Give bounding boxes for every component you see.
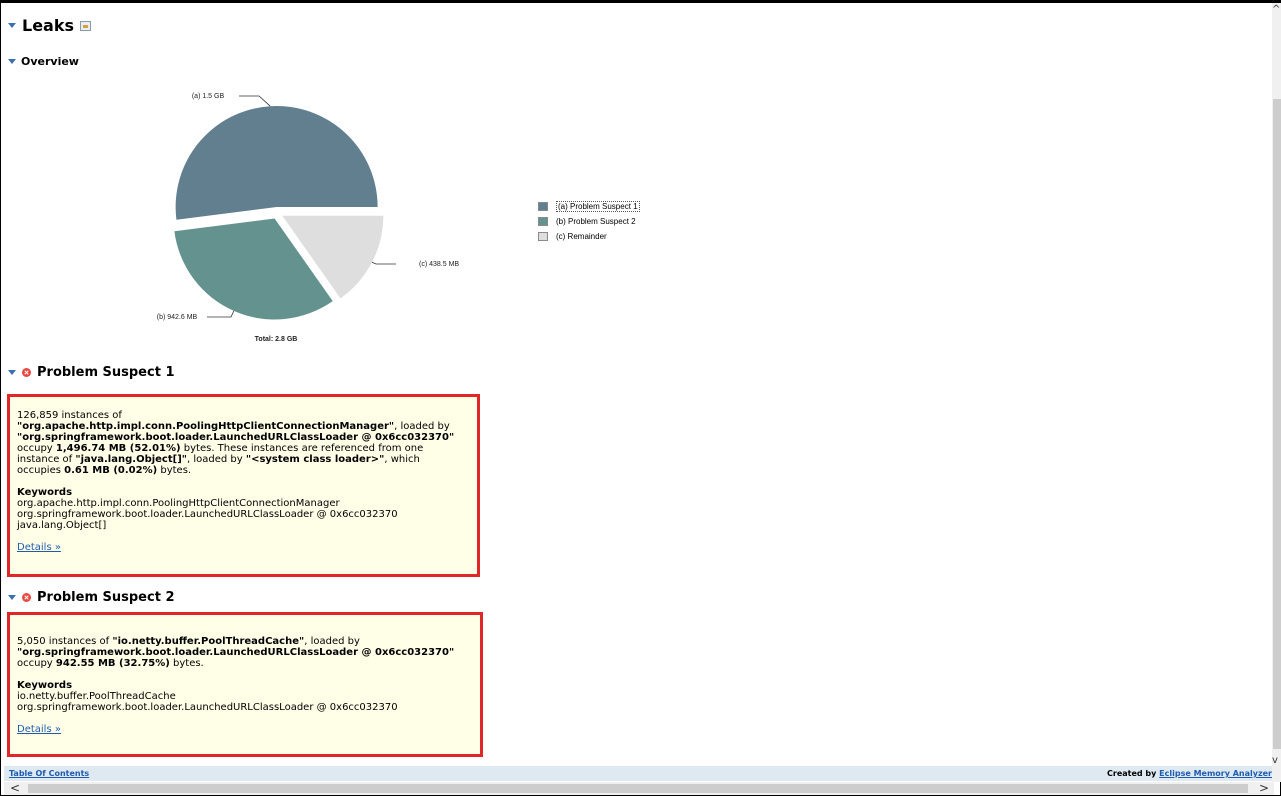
callout-line [371, 261, 396, 265]
class-name: "io.netty.buffer.PoolThreadCache" [112, 636, 305, 647]
collapse-toggle-icon[interactable] [8, 23, 16, 28]
occupy-value: 942.55 MB (32.75%) [55, 658, 170, 669]
vertical-scrollbar[interactable]: ^ v [1272, 3, 1281, 782]
vertical-scroll-thumb[interactable] [1273, 99, 1281, 749]
occupy-value: 1,496.74 MB (52.01%) [55, 443, 181, 454]
collapse-toggle-icon[interactable] [8, 59, 16, 64]
problem-suspect-1-heading[interactable]: Problem Suspect 1 [8, 365, 175, 380]
class-name: "org.apache.http.impl.conn.PoolingHttpCl… [17, 421, 395, 432]
keywords-list: org.apache.http.impl.conn.PoolingHttpCli… [17, 498, 470, 531]
legend-swatch-a [538, 202, 548, 211]
keywords-list: io.netty.buffer.PoolThreadCache org.spri… [17, 691, 473, 713]
instance-text: instance of [17, 454, 76, 465]
scroll-right-arrow-icon[interactable]: > [1259, 782, 1269, 794]
legend-label: (b) Problem Suspect 2 [556, 217, 636, 226]
page-title: Leaks [8, 16, 92, 35]
overview-heading[interactable]: Overview [8, 55, 79, 68]
occupy-text: occupy [17, 658, 56, 669]
horizontal-scrollbar[interactable]: < > [4, 782, 1274, 795]
ref-post-text: , which [384, 454, 420, 465]
instance-count: 126,859 instances of [17, 410, 122, 421]
report-icon[interactable] [80, 20, 92, 31]
suspect-heading-text: Problem Suspect 2 [37, 590, 175, 605]
legend-item: (c) Remainder [538, 229, 640, 244]
report-footer: Table Of Contents Created by Eclipse Mem… [4, 766, 1274, 781]
callout-line [239, 95, 271, 107]
error-icon [22, 368, 31, 377]
loaded-by-text: , loaded by [394, 421, 450, 432]
suspect-heading-text: Problem Suspect 1 [37, 365, 175, 380]
keyword-item: io.netty.buffer.PoolThreadCache [17, 691, 176, 702]
keyword-item: org.apache.http.impl.conn.PoolingHttpCli… [17, 498, 340, 509]
occupy-post-text: bytes. These instances are referenced fr… [180, 443, 424, 454]
error-icon [22, 593, 31, 602]
suspect-description: 126,859 instances of "org.apache.http.im… [17, 410, 470, 476]
suspect-description: 5,050 instances of "io.netty.buffer.Pool… [17, 636, 473, 669]
problem-suspect-1-panel: 126,859 instances of "org.apache.http.im… [7, 394, 480, 577]
legend-swatch-b [538, 217, 548, 226]
legend-label: (a) Problem Suspect 1 [556, 201, 640, 212]
scroll-up-arrow-icon[interactable]: ^ [1272, 4, 1280, 16]
class-loader: "org.springframework.boot.loader.Launche… [17, 432, 455, 443]
callout-line [207, 310, 235, 318]
keywords-label: Keywords [17, 487, 73, 498]
created-by: Created by Eclipse Memory Analyzer [1107, 769, 1272, 778]
occupies-post-text: bytes. [157, 465, 192, 476]
details-link[interactable]: Details » [17, 724, 61, 735]
keyword-item: org.springframework.boot.loader.Launched… [17, 702, 398, 713]
chart-legend: (a) Problem Suspect 1 (b) Problem Suspec… [538, 199, 640, 244]
pie-chart: (a) 1.5 GB (b) 942.6 MB (c) 438.5 MB Total… [157, 93, 460, 343]
chart-total-label: Total: 2.8 GB [255, 336, 298, 343]
keyword-item: java.lang.Object[] [17, 520, 107, 531]
ref-class: "java.lang.Object[]" [75, 454, 187, 465]
created-by-text: Created by [1107, 769, 1160, 778]
overview-label: Overview [21, 55, 79, 68]
problem-suspect-2-panel: 5,050 instances of "io.netty.buffer.Pool… [7, 612, 483, 757]
collapse-toggle-icon[interactable] [8, 370, 16, 375]
occupies-value: 0.61 MB (0.02%) [64, 465, 158, 476]
pie-slices [174, 106, 384, 320]
collapse-toggle-icon[interactable] [8, 595, 16, 600]
horizontal-scroll-thumb[interactable] [28, 784, 1248, 793]
legend-item: (a) Problem Suspect 1 [538, 199, 640, 214]
instance-count: 5,050 instances of [17, 636, 113, 647]
occupy-text: occupy [17, 443, 56, 454]
scroll-left-arrow-icon[interactable]: < [10, 782, 20, 794]
legend-swatch-c [538, 232, 548, 241]
table-of-contents-link[interactable]: Table Of Contents [9, 769, 89, 778]
slice-callout-label: (b) 942.6 MB [157, 314, 198, 321]
keyword-item: org.springframework.boot.loader.Launched… [17, 509, 398, 520]
slice-callout-label: (a) 1.5 GB [192, 93, 225, 100]
class-loader: "org.springframework.boot.loader.Launche… [17, 647, 455, 658]
loaded-by-text: , loaded by [304, 636, 360, 647]
page-title-text: Leaks [22, 16, 75, 35]
occupies-text: occupies [17, 465, 65, 476]
ref-loader: "<system class loader>" [245, 454, 385, 465]
keywords-label: Keywords [17, 680, 73, 691]
eclipse-mat-link[interactable]: Eclipse Memory Analyzer [1159, 769, 1272, 778]
slice-callout-label: (c) 438.5 MB [419, 261, 459, 268]
pie-slice-a [175, 106, 378, 220]
legend-item: (b) Problem Suspect 2 [538, 214, 640, 229]
problem-suspect-2-heading[interactable]: Problem Suspect 2 [8, 590, 175, 605]
ref-loaded-by-text: , loaded by [187, 454, 246, 465]
legend-label: (c) Remainder [556, 232, 607, 241]
details-link[interactable]: Details » [17, 542, 61, 553]
occupy-post-text: bytes. [169, 658, 204, 669]
scroll-down-arrow-icon[interactable]: v [1272, 755, 1278, 767]
